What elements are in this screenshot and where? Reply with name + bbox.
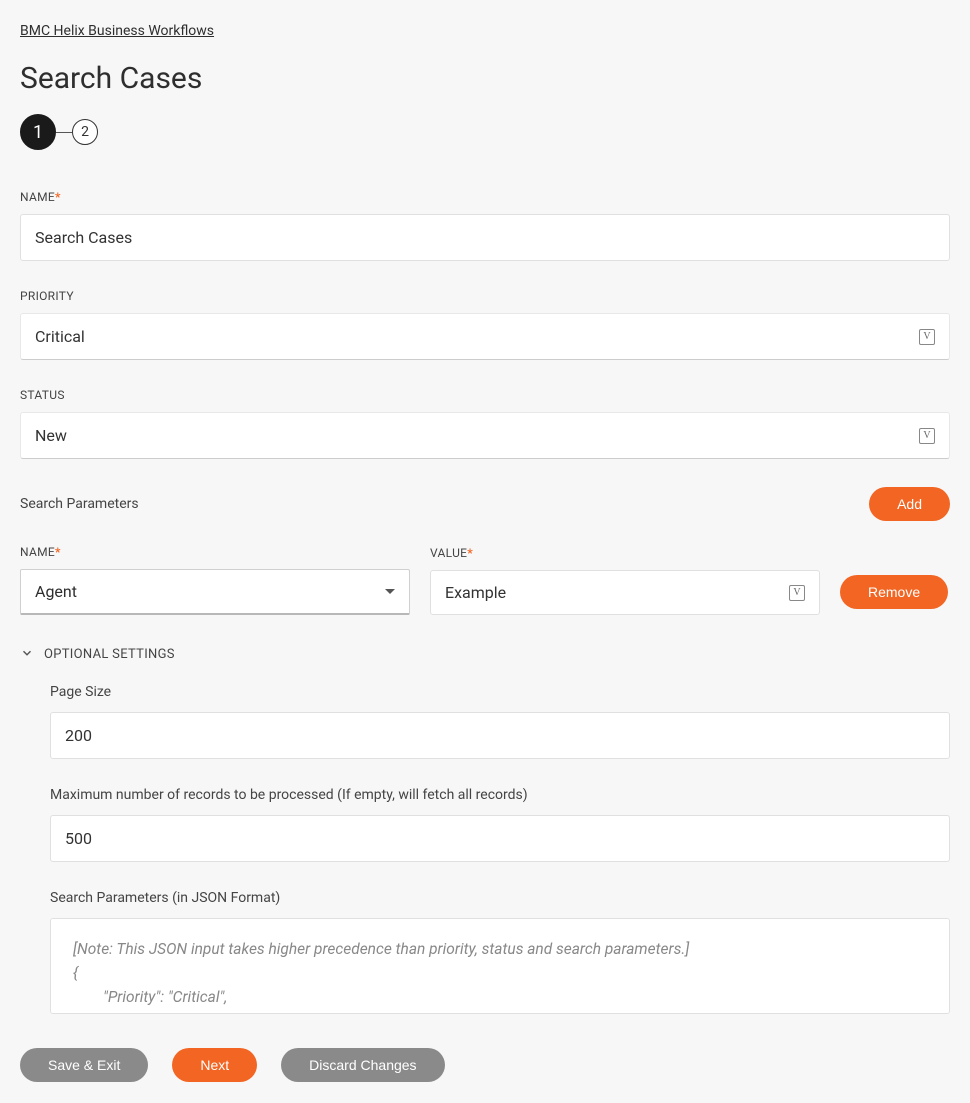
priority-label: PRIORITY bbox=[20, 289, 950, 303]
priority-input[interactable]: Critical V bbox=[20, 313, 950, 360]
param-value-label: VALUE* bbox=[430, 546, 820, 560]
chevron-down-icon bbox=[385, 589, 395, 594]
max-records-label: Maximum number of records to be processe… bbox=[50, 787, 950, 803]
param-value-input[interactable]: Example V bbox=[430, 570, 820, 615]
optional-settings-toggle[interactable]: OPTIONAL SETTINGS bbox=[20, 645, 950, 664]
param-name-select[interactable]: Agent bbox=[20, 569, 410, 615]
max-records-input[interactable]: 500 bbox=[50, 815, 950, 862]
param-name-label: NAME* bbox=[20, 545, 410, 559]
remove-button[interactable]: Remove bbox=[840, 575, 948, 609]
name-label: NAME* bbox=[20, 190, 950, 204]
breadcrumb[interactable]: BMC Helix Business Workflows bbox=[20, 23, 214, 39]
variable-icon[interactable]: V bbox=[919, 329, 935, 345]
step-connector bbox=[56, 132, 72, 133]
page-size-label: Page Size bbox=[50, 684, 950, 700]
chevron-down-icon bbox=[20, 645, 34, 664]
json-params-label: Search Parameters (in JSON Format) bbox=[50, 890, 950, 906]
page-title: Search Cases bbox=[20, 61, 950, 96]
save-exit-button[interactable]: Save & Exit bbox=[20, 1048, 148, 1082]
status-label: STATUS bbox=[20, 388, 950, 402]
step-1[interactable]: 1 bbox=[20, 114, 56, 150]
add-button[interactable]: Add bbox=[869, 487, 950, 521]
optional-settings-label: OPTIONAL SETTINGS bbox=[44, 647, 175, 662]
name-input[interactable]: Search Cases bbox=[20, 214, 950, 261]
next-button[interactable]: Next bbox=[172, 1048, 257, 1082]
status-input[interactable]: New V bbox=[20, 412, 950, 459]
step-2[interactable]: 2 bbox=[72, 119, 98, 145]
variable-icon[interactable]: V bbox=[789, 585, 805, 601]
json-params-textarea[interactable]: [Note: This JSON input takes higher prec… bbox=[50, 918, 950, 1014]
wizard-stepper: 1 2 bbox=[20, 114, 950, 150]
page-size-input[interactable]: 200 bbox=[50, 712, 950, 759]
variable-icon[interactable]: V bbox=[919, 428, 935, 444]
discard-button[interactable]: Discard Changes bbox=[281, 1048, 444, 1082]
search-parameters-label: Search Parameters bbox=[20, 496, 139, 512]
